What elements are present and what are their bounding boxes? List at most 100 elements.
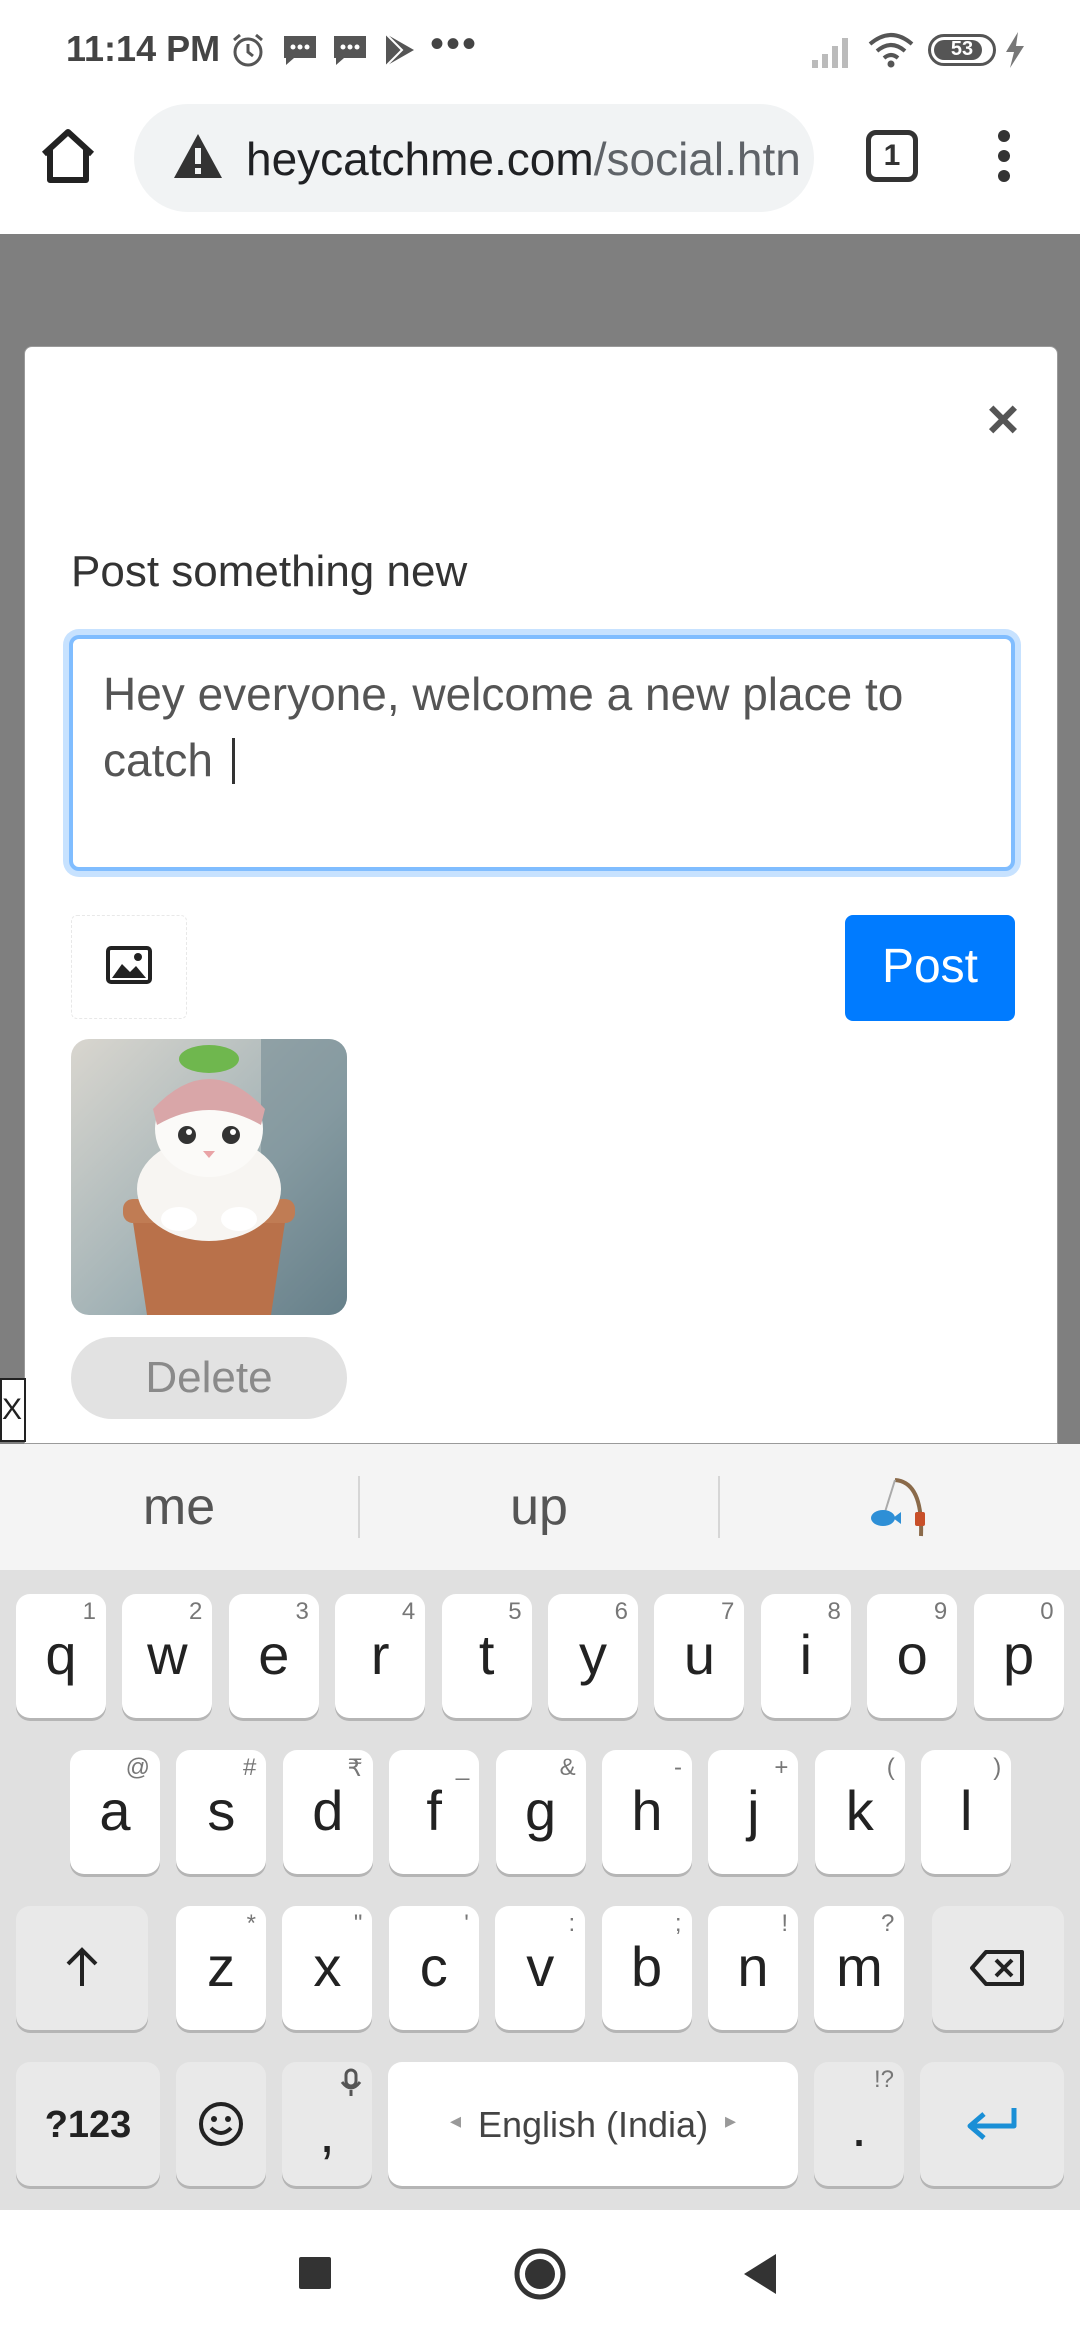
shift-key[interactable] [16,1906,148,2030]
url-text[interactable]: heycatchme.com/social.htn [246,132,801,186]
suggestion-1[interactable]: me [0,1444,358,1570]
key-k[interactable]: (k [814,1750,905,1874]
post-modal: × Post something new Hey everyone, welco… [24,346,1058,1444]
key-a[interactable]: @ a [70,1750,160,1874]
key-y[interactable]: 6y [548,1594,638,1718]
key-x[interactable]: " x [282,1906,373,2030]
key-label: r [370,1623,390,1686]
key-n[interactable]: ! n [708,1906,798,2030]
key-j[interactable]: + j [708,1750,799,1874]
post-textarea[interactable]: Hey everyone, welcome a new place to cat… [69,635,1015,871]
battery-icon: 53 [928,34,996,66]
key-o[interactable]: 9o [867,1594,958,1718]
key-label: t [478,1623,495,1686]
suggestion-2[interactable]: up [360,1444,718,1570]
text-caret [231,738,235,784]
charging-icon [1006,32,1024,68]
key-label: s [207,1779,236,1842]
key-i[interactable]: 8i [760,1594,851,1718]
key-label: y [579,1623,607,1686]
overflow-menu-icon[interactable] [984,130,1024,186]
more-notifications-icon: ••• [430,22,479,66]
key-label: x [313,1935,342,1998]
tab-switcher-button[interactable]: 1 [866,130,918,182]
key-t[interactable]: 5t [441,1594,532,1718]
post-button[interactable]: Post [845,915,1015,1021]
shift-arrow-icon [66,1947,98,1986]
symbols-key-label: ?123 [44,2104,132,2146]
delete-image-button[interactable]: Delete [71,1337,347,1419]
home-nav-icon[interactable] [512,2246,568,2302]
close-button[interactable]: × [979,391,1027,447]
back-nav-icon[interactable] [740,2252,780,2296]
image-icon [106,946,152,984]
enter-key[interactable] [920,2062,1064,2186]
side-close-marker[interactable]: X [0,1378,26,1442]
status-time: 11:14 PM [66,28,221,69]
key-v[interactable]: :v [495,1906,586,2030]
address-bar[interactable]: heycatchme.com/social.htn [134,104,814,212]
key-label: c [419,1935,448,1998]
spacebar[interactable]: ◂ English (India) ▸ [388,2062,798,2186]
key-l[interactable]: ) l [921,1750,1012,1874]
key-s[interactable]: # s [176,1750,267,1874]
symbols-key[interactable]: ?123 [16,2062,160,2186]
key-d[interactable]: ₹ d [282,1750,373,1874]
key-label: p [1003,1623,1035,1686]
right-arrow-icon: ▸ [724,2108,736,2133]
key-label: i [799,1623,813,1686]
spacebar-label: English (India) [477,2104,709,2145]
key-label: a [99,1779,131,1842]
browser-toolbar: heycatchme.com/social.htn 1 [0,100,1080,234]
key-f[interactable]: _ f [389,1750,480,1874]
key-w[interactable]: 2w [122,1594,213,1718]
key-label: h [631,1779,663,1842]
key-label: v [526,1935,555,1998]
key-q[interactable]: 1q [16,1594,106,1718]
key-r[interactable]: 4r [335,1594,426,1718]
key-g[interactable]: & g [495,1750,586,1874]
key-m[interactable]: ? m [814,1906,905,2030]
backspace-key[interactable] [932,1906,1064,2030]
key-u[interactable]: 7u [654,1594,745,1718]
key-z[interactable]: * z [176,1906,266,2030]
period-key-hint: !? [873,2066,894,2093]
message-icon [334,36,366,65]
comma-key-label: , [319,2101,335,2164]
key-label: b [631,1935,663,1998]
cat-in-pot-photo [71,1039,347,1315]
status-bar: 11:14 PM ••• 53 [0,0,1080,100]
uploaded-image-thumbnail [71,1039,347,1315]
comma-key[interactable]: , [282,2062,372,2186]
fishing-emoji-icon [871,1478,925,1537]
system-navigation-bar [0,2210,1080,2340]
wifi-icon [868,33,914,68]
key-label: j [747,1779,760,1842]
key-label: q [45,1623,77,1686]
not-secure-warning-icon[interactable] [172,132,224,180]
key-label: g [525,1779,557,1842]
period-key[interactable]: !? . [814,2062,904,2186]
period-key-label: . [851,2095,867,2158]
key-label: o [896,1623,928,1686]
keyboard-suggestion-bar: me up [0,1444,1080,1570]
key-label: e [258,1623,290,1686]
key-label: d [312,1779,344,1842]
home-icon[interactable] [36,124,100,188]
recents-icon[interactable] [298,2256,332,2290]
key-label: z [207,1935,235,1998]
emoji-key[interactable] [176,2062,266,2186]
smiley-icon [199,2102,243,2146]
key-label: k [845,1779,874,1842]
url-path: /social.htn [593,133,801,185]
add-image-button[interactable] [71,915,187,1019]
key-c[interactable]: ' c [388,1906,479,2030]
emoji-suggestion[interactable] [720,1444,1080,1570]
key-h[interactable]: -h [602,1750,692,1874]
key-label: f [426,1779,442,1842]
key-e[interactable]: 3e [228,1594,319,1718]
battery-level: 53 [950,38,974,60]
key-b[interactable]: ; b [601,1906,692,2030]
key-label: w [147,1623,188,1686]
key-p[interactable]: 0p [973,1594,1064,1718]
